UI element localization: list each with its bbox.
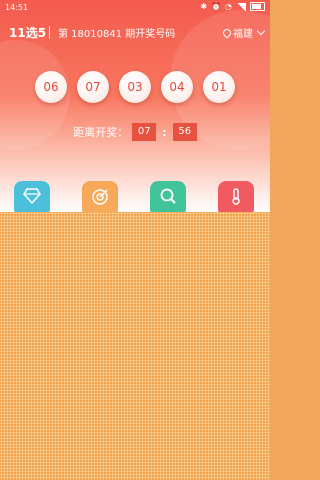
thermometer-icon	[232, 188, 240, 205]
search-icon	[160, 188, 176, 204]
chevron-down-icon	[256, 26, 266, 36]
target-icon	[92, 189, 108, 205]
wifi-icon: ◔	[225, 2, 232, 11]
countdown-separator: :	[162, 125, 167, 139]
draw-subtitle: 第 18010841 期开奖号码	[58, 29, 176, 40]
location-pin-icon	[221, 26, 233, 39]
status-bar: 14:51 ✱ ⏰ ◔	[0, 0, 270, 16]
signal-icon	[236, 2, 246, 11]
lottery-title[interactable]: 11选5	[9, 24, 46, 41]
winning-numbers: 06 07 03 04 01	[35, 71, 235, 103]
draw-countdown: 距离开奖： 07 : 56	[0, 123, 270, 141]
number-ball: 07	[77, 71, 109, 103]
number-ball: 01	[203, 71, 235, 103]
countdown-label: 距离开奖：	[73, 126, 129, 139]
status-icons: ✱ ⏰ ◔	[200, 2, 265, 11]
number-ball: 06	[35, 71, 67, 103]
battery-icon	[250, 2, 265, 11]
title-divider	[49, 26, 50, 39]
bluetooth-icon: ✱	[200, 2, 208, 11]
location-selector[interactable]: 福建	[221, 25, 266, 40]
countdown-seconds: 56	[172, 123, 197, 141]
diamond-icon	[23, 188, 41, 205]
location-label: 福建	[233, 29, 253, 40]
status-time: 14:51	[5, 3, 29, 12]
top-bar: 11选5 第 18010841 期开奖号码 福建	[0, 20, 270, 44]
countdown-minutes: 07	[132, 123, 157, 141]
number-ball: 04	[161, 71, 193, 103]
number-ball: 03	[119, 71, 151, 103]
alarm-icon: ⏰	[211, 2, 222, 11]
loading-overlay	[0, 212, 270, 480]
